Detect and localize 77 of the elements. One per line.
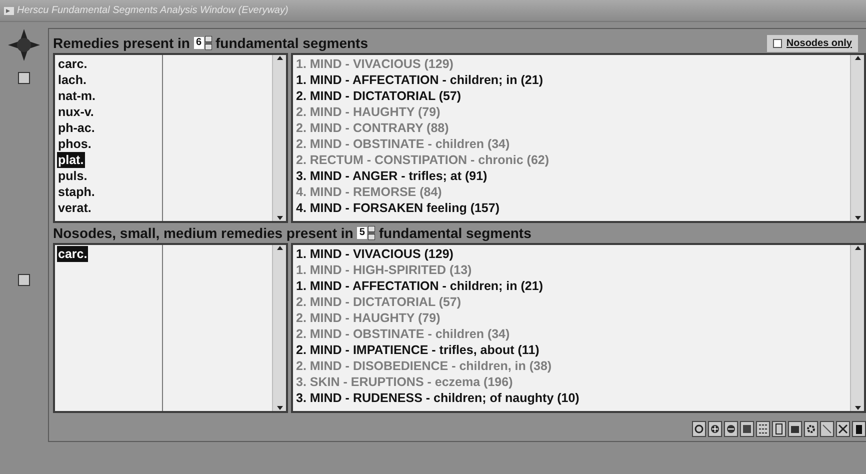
scrollbar[interactable] xyxy=(272,55,286,221)
side-button[interactable] xyxy=(18,72,30,84)
square-icon xyxy=(741,422,753,436)
scrollbar[interactable] xyxy=(850,55,864,221)
rubric-item[interactable]: 1. MIND - VIVACIOUS (129) xyxy=(296,246,847,262)
section-heading: fundamental segments xyxy=(216,34,368,53)
scroll-up-icon[interactable] xyxy=(854,245,862,251)
toolbar-button[interactable] xyxy=(724,421,738,437)
rubric-item[interactable]: 2. RECTUM - CONSTIPATION - chronic (62) xyxy=(296,152,847,168)
rubric-item[interactable]: 2. MIND - IMPATIENCE - trifles, about (11) xyxy=(296,342,847,358)
dotted-ring-icon xyxy=(805,422,817,436)
page-icon xyxy=(773,422,785,436)
remedy-item[interactable]: verat. xyxy=(57,200,92,216)
remedy-item[interactable]: plat. xyxy=(57,152,85,168)
nosodes-only-checkbox[interactable]: Nosodes only xyxy=(767,34,858,52)
rubric-item[interactable]: 3. MIND - RUDENESS - children; of naughty (10) xyxy=(296,390,847,406)
remedy-item[interactable]: nux-v. xyxy=(57,104,95,120)
close-icon xyxy=(837,422,849,436)
rubric-item[interactable]: 2. MIND - HAUGHTY (79) xyxy=(296,310,847,326)
scroll-up-icon[interactable] xyxy=(854,55,862,61)
remedy-item[interactable]: puls. xyxy=(57,168,88,184)
spin-arrows-icon[interactable] xyxy=(368,226,375,240)
toolbar-button[interactable] xyxy=(756,421,770,437)
scrollbar[interactable] xyxy=(272,245,286,411)
scrollbar[interactable] xyxy=(850,245,864,411)
section-heading: fundamental segments xyxy=(378,224,532,243)
rubric-item[interactable]: 1. MIND - AFFECTATION - children; in (21) xyxy=(296,72,847,88)
count-spinner[interactable]: 5 xyxy=(357,227,367,239)
rubric-item[interactable]: 2. MIND - OBSTINATE - children (34) xyxy=(296,136,847,152)
toolbar-button[interactable] xyxy=(692,421,706,437)
toolbar-button[interactable] xyxy=(708,421,722,437)
circle-icon xyxy=(693,422,705,436)
rubric-item[interactable]: 2. MIND - DICTATORIAL (57) xyxy=(296,88,847,104)
toolbar-button[interactable] xyxy=(820,421,834,437)
rubric-item[interactable]: 2. MIND - OBSTINATE - children (34) xyxy=(296,326,847,342)
remedy-item[interactable]: staph. xyxy=(57,184,96,200)
remedy-item[interactable]: nat-m. xyxy=(57,88,96,104)
block-icon xyxy=(853,422,865,436)
toolbar-button[interactable] xyxy=(804,421,818,437)
remedy-item[interactable]: lach. xyxy=(57,72,88,88)
toolbar-button[interactable] xyxy=(740,421,754,437)
rubric-item[interactable]: 4. MIND - FORSAKEN feeling (157) xyxy=(296,200,847,216)
scroll-up-icon[interactable] xyxy=(276,245,284,251)
compass-icon xyxy=(7,28,41,62)
scroll-up-icon[interactable] xyxy=(276,55,284,61)
rubric-item[interactable]: 1. MIND - HIGH-SPIRITED (13) xyxy=(296,262,847,278)
plus-icon xyxy=(709,422,721,436)
toolbar-button[interactable] xyxy=(836,421,850,437)
spin-arrows-icon[interactable] xyxy=(204,36,212,50)
rubric-item[interactable]: 1. MIND - AFFECTATION - children; in (21) xyxy=(296,278,847,294)
scroll-down-icon[interactable] xyxy=(854,405,862,411)
section-heading: Nosodes, small, medium remedies present in xyxy=(53,224,354,243)
toolbar-button[interactable] xyxy=(852,421,866,437)
rubric-item[interactable]: 4. MIND - REMORSE (84) xyxy=(296,184,847,200)
scroll-down-icon[interactable] xyxy=(854,215,862,221)
app-icon xyxy=(4,6,14,14)
rubric-item[interactable]: 2. MIND - DISOBEDIENCE - children, in (38) xyxy=(296,358,847,374)
minus-icon xyxy=(725,422,737,436)
rubric-item[interactable]: 2. MIND - CONTRARY (88) xyxy=(296,120,847,136)
remedy-item[interactable]: carc. xyxy=(57,56,88,72)
rubric-item[interactable]: 2. MIND - HAUGHTY (79) xyxy=(296,104,847,120)
rubric-item[interactable]: 1. MIND - VIVACIOUS (129) xyxy=(296,56,847,72)
grid-icon xyxy=(757,422,769,436)
remedy-item[interactable]: phos. xyxy=(57,136,92,152)
remedy-item[interactable]: ph-ac. xyxy=(57,120,96,136)
remedy-item[interactable]: carc. xyxy=(57,246,88,262)
slash-icon xyxy=(821,422,833,436)
section-heading: Remedies present in xyxy=(53,34,190,53)
rubric-item[interactable]: 3. SKIN - ERUPTIONS - eczema (196) xyxy=(296,374,847,390)
scroll-down-icon[interactable] xyxy=(276,405,284,411)
rubric-item[interactable]: 3. MIND - ANGER - trifles; at (91) xyxy=(296,168,847,184)
side-button[interactable] xyxy=(18,274,30,286)
window-title: Herscu Fundamental Segments Analysis Window (Everyway) xyxy=(17,4,288,18)
scroll-down-icon[interactable] xyxy=(276,215,284,221)
rubric-item[interactable]: 2. MIND - DICTATORIAL (57) xyxy=(296,294,847,310)
toolbar-button[interactable] xyxy=(772,421,786,437)
count-spinner[interactable]: 6 xyxy=(194,37,204,49)
